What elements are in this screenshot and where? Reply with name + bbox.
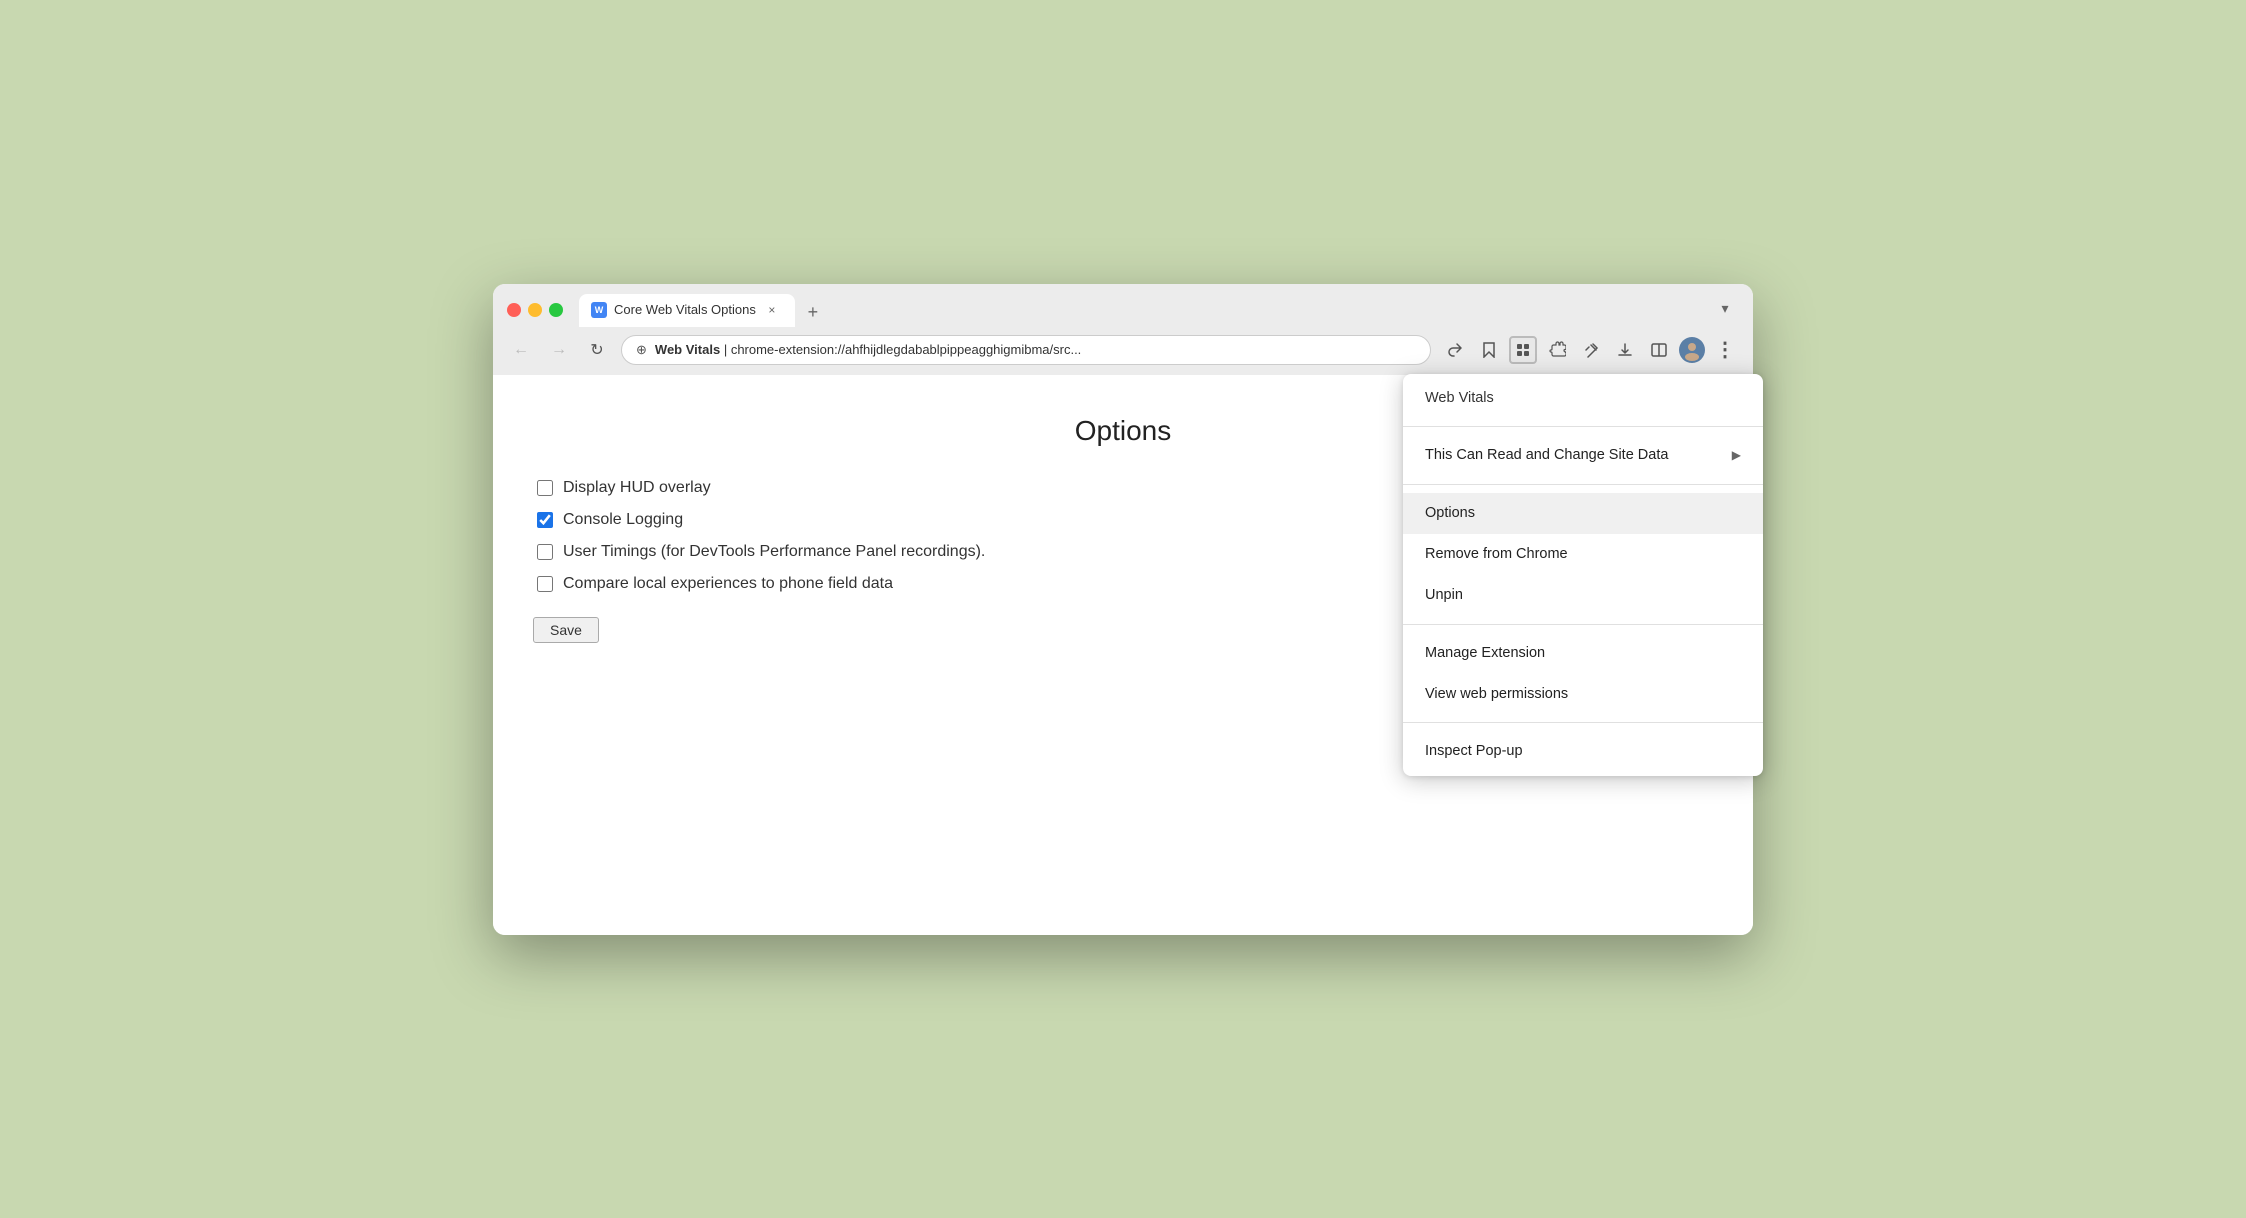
menu-item-manage-extension[interactable]: Manage Extension [1403, 633, 1763, 674]
checkbox-compare[interactable] [537, 576, 553, 592]
menu-item-options[interactable]: Options [1403, 493, 1763, 534]
bookmark-button[interactable] [1475, 336, 1503, 364]
option-label-hud: Display HUD overlay [563, 479, 711, 497]
forward-button[interactable]: → [545, 336, 573, 364]
active-tab[interactable]: W Core Web Vitals Options × [579, 294, 795, 327]
option-label-timings: User Timings (for DevTools Performance P… [563, 543, 985, 561]
pin-button[interactable] [1577, 336, 1605, 364]
toolbar-icons: ⋮ [1441, 336, 1739, 364]
menu-item-inspect-label: Inspect Pop-up [1425, 742, 1523, 761]
menu-item-options-label: Options [1425, 504, 1475, 523]
checkbox-hud[interactable] [537, 480, 553, 496]
menu-item-site-data-label: This Can Read and Change Site Data [1425, 446, 1668, 465]
menu-divider-1 [1403, 426, 1763, 427]
reload-button[interactable]: ↻ [583, 336, 611, 364]
menu-group-2: This Can Read and Change Site Data ▶ [1403, 431, 1763, 480]
maximize-window-button[interactable] [549, 303, 563, 317]
tab-title: Core Web Vitals Options [614, 302, 756, 317]
menu-divider-2 [1403, 484, 1763, 485]
menu-item-manage-label: Manage Extension [1425, 644, 1545, 663]
menu-group-1: Web Vitals [1403, 374, 1763, 423]
context-menu: Web Vitals This Can Read and Change Site… [1403, 374, 1763, 777]
title-bar: W Core Web Vitals Options × + ▾ [493, 284, 1753, 327]
split-view-button[interactable] [1645, 336, 1673, 364]
url-sitename: Web Vitals [655, 342, 720, 357]
more-menu-button[interactable]: ⋮ [1711, 336, 1739, 364]
tab-close-button[interactable]: × [763, 301, 781, 319]
address-bar-row: ← → ↻ ⊕ Web Vitals | chrome-extension://… [493, 327, 1753, 375]
extensions-puzzle-button[interactable] [1543, 336, 1571, 364]
url-separator: | [724, 342, 731, 357]
menu-item-remove[interactable]: Remove from Chrome [1403, 534, 1763, 575]
menu-item-web-vitals[interactable]: Web Vitals [1403, 378, 1763, 419]
browser-window: W Core Web Vitals Options × + ▾ ← → ↻ ⊕ … [493, 284, 1753, 935]
tab-list-button[interactable]: ▾ [1711, 295, 1739, 323]
menu-item-web-permissions-label: View web permissions [1425, 685, 1568, 704]
menu-item-web-permissions[interactable]: View web permissions [1403, 674, 1763, 715]
checkbox-console[interactable] [537, 512, 553, 528]
menu-item-inspect[interactable]: Inspect Pop-up [1403, 731, 1763, 772]
back-button[interactable]: ← [507, 336, 535, 364]
chevron-right-icon: ▶ [1732, 448, 1741, 464]
download-button[interactable] [1611, 336, 1639, 364]
menu-divider-3 [1403, 624, 1763, 625]
profile-avatar[interactable] [1679, 337, 1705, 363]
url-text: Web Vitals | chrome-extension://ahfhijdl… [655, 342, 1416, 357]
url-path: chrome-extension://ahfhijdlegdabablpippe… [731, 342, 1082, 357]
tabs-row: W Core Web Vitals Options × + ▾ [579, 294, 1739, 327]
traffic-lights [507, 303, 563, 317]
address-bar[interactable]: ⊕ Web Vitals | chrome-extension://ahfhij… [621, 335, 1431, 365]
menu-group-4: Manage Extension View web permissions [1403, 629, 1763, 719]
new-tab-button[interactable]: + [799, 299, 827, 327]
option-label-compare: Compare local experiences to phone field… [563, 575, 893, 593]
menu-item-web-vitals-label: Web Vitals [1425, 389, 1494, 408]
save-button[interactable]: Save [533, 617, 599, 643]
menu-item-unpin-label: Unpin [1425, 586, 1463, 605]
extension-active-button[interactable] [1509, 336, 1537, 364]
menu-group-5: Inspect Pop-up [1403, 727, 1763, 776]
security-icon: ⊕ [636, 342, 647, 358]
menu-item-remove-label: Remove from Chrome [1425, 545, 1568, 564]
menu-item-unpin[interactable]: Unpin [1403, 575, 1763, 616]
checkbox-timings[interactable] [537, 544, 553, 560]
menu-divider-4 [1403, 722, 1763, 723]
option-label-console: Console Logging [563, 511, 683, 529]
minimize-window-button[interactable] [528, 303, 542, 317]
close-window-button[interactable] [507, 303, 521, 317]
menu-group-3: Options Remove from Chrome Unpin [1403, 489, 1763, 620]
share-button[interactable] [1441, 336, 1469, 364]
menu-item-site-data[interactable]: This Can Read and Change Site Data ▶ [1403, 435, 1763, 476]
tab-favicon: W [591, 302, 607, 318]
